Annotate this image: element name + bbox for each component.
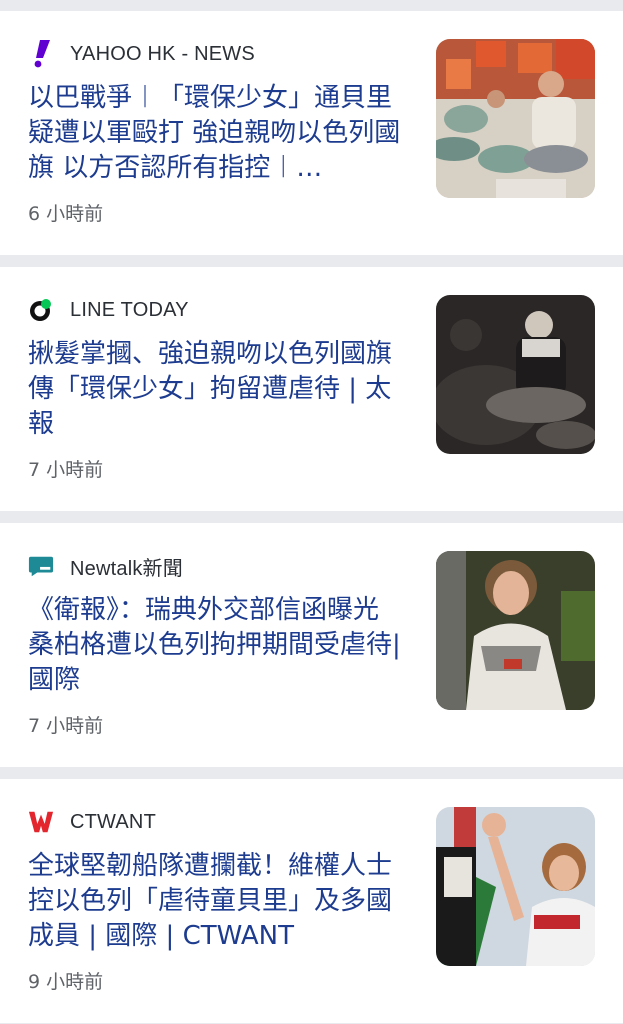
woman-waving-at-rally-image[interactable] <box>436 807 595 966</box>
ctwant-w-logo-icon <box>28 809 54 835</box>
news-card[interactable]: Newtalk新聞 《衛報》：瑞典外交部信函曝光 桑柏格遭以色列拘押期間受虐待|… <box>0 523 623 767</box>
newtalk-speech-bubble-icon <box>28 553 54 579</box>
news-headline[interactable]: 以巴戰爭︱「環保少女」通貝里疑遭以軍毆打 強迫親吻以色列國旗 以方否認所有指控︱… <box>28 81 413 186</box>
news-headline[interactable]: 全球堅韌船隊遭攔截！維權人士控以色列「虐待童貝里」及多國成員 | 國際 | CT… <box>28 849 413 954</box>
news-headline[interactable]: 《衛報》：瑞典外交部信函曝光 桑柏格遭以色列拘押期間受虐待| 國際 <box>28 593 413 698</box>
woman-sitting-in-dark-image[interactable] <box>436 295 595 454</box>
news-source: YAHOO HK - NEWS <box>28 40 255 68</box>
news-timestamp: 9 小時前 <box>28 971 104 993</box>
source-name: LINE TODAY <box>70 298 189 321</box>
news-source: Newtalk新聞 <box>28 553 183 580</box>
woman-in-keffiyeh-image[interactable] <box>436 551 595 710</box>
source-name: Newtalk新聞 <box>70 557 183 580</box>
yahoo-exclamation-icon <box>28 40 54 68</box>
news-timestamp: 7 小時前 <box>28 459 104 481</box>
news-source: CTWANT <box>28 809 156 835</box>
people-seated-with-life-vests-image[interactable] <box>436 39 595 198</box>
news-timestamp: 7 小時前 <box>28 715 104 737</box>
news-card[interactable]: YAHOO HK - NEWS 以巴戰爭︱「環保少女」通貝里疑遭以軍毆打 強迫親… <box>0 11 623 255</box>
news-source: LINE TODAY <box>28 297 189 323</box>
news-card[interactable]: CTWANT 全球堅韌船隊遭攔截！維權人士控以色列「虐待童貝里」及多國成員 | … <box>0 779 623 1023</box>
line-today-logo-icon <box>28 297 54 323</box>
source-name: YAHOO HK - NEWS <box>70 42 255 65</box>
news-card[interactable]: LINE TODAY 揪髮掌摑、強迫親吻以色列國旗 傳「環保少女」拘留遭虐待 |… <box>0 267 623 511</box>
news-headline[interactable]: 揪髮掌摑、強迫親吻以色列國旗 傳「環保少女」拘留遭虐待 | 太報 <box>28 337 413 442</box>
news-timestamp: 6 小時前 <box>28 203 104 225</box>
news-feed: YAHOO HK - NEWS 以巴戰爭︱「環保少女」通貝里疑遭以軍毆打 強迫親… <box>0 0 623 1024</box>
source-name: CTWANT <box>70 810 156 833</box>
